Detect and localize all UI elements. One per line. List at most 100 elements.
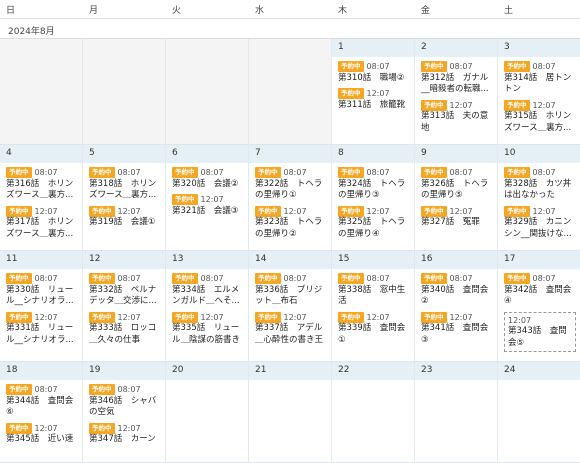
- scheduled-episode[interactable]: 予約中 08:07 第346話 シャバの空気: [89, 384, 161, 419]
- day-cell[interactable]: 17 予約中 08:07 第342話 査問会④ 12:07 第343話 査問会⑤: [498, 251, 580, 361]
- day-cell[interactable]: 4 予約中 08:07 第316話 ホリンズワース＿裏方... 予約中 12:07 第317…: [0, 145, 83, 250]
- episode-title: 第318話 ホリンズワース＿裏方...: [89, 178, 157, 201]
- scheduled-episode[interactable]: 予約中 08:07 第322話 トヘラの里帰り①: [255, 167, 327, 202]
- scheduled-episode[interactable]: 予約中 08:07 第314話 居トントン: [504, 61, 576, 96]
- reserved-badge: 予約中: [172, 311, 198, 323]
- scheduled-episode[interactable]: 予約中 08:07 第344話 査問会⑥: [6, 384, 78, 419]
- day-cell[interactable]: 5 予約中 08:07 第318話 ホリンズワース＿裏方... 予約中 12:07 第319…: [83, 145, 166, 250]
- day-number: 19: [83, 362, 165, 380]
- day-number: 9: [415, 145, 497, 163]
- day-cell[interactable]: 18 予約中 08:07 第344話 査問会⑥ 予約中 12:07 第345話 近い速: [0, 362, 83, 462]
- episode-title: 第333話 ロッコ＿久々の仕事: [89, 323, 157, 345]
- scheduled-episode[interactable]: 予約中 12:07 第317話 ホリンズワース＿裏方...: [6, 205, 78, 241]
- weekday-wed: 水: [255, 6, 265, 16]
- weekday-tue: 火: [172, 6, 182, 16]
- scheduled-episode[interactable]: 予約中 12:07 第345話 近い速: [6, 422, 78, 446]
- scheduled-episode[interactable]: 予約中 08:07 第340話 査問会②: [421, 273, 493, 308]
- day-cell[interactable]: 6 予約中 08:07 第320話 会議② 予約中 12:07 第321話 会議③: [166, 145, 249, 250]
- day-cell[interactable]: 11 予約中 08:07 第330話 リュール__シナリオラ... 予約中 12:07 第3…: [0, 251, 83, 361]
- day-number: 2: [415, 39, 497, 57]
- scheduled-episode[interactable]: 予約中 08:07 第310話 職場②: [338, 61, 410, 84]
- day-cell[interactable]: 23: [415, 362, 498, 462]
- scheduled-episode[interactable]: 予約中 12:07 第325話 トヘラの里帰り④: [338, 205, 410, 241]
- scheduled-episode[interactable]: 予約中 08:07 第330話 リュール__シナリオラ...: [6, 273, 78, 308]
- scheduled-episode[interactable]: 予約中 08:07 第318話 ホリンズワース＿裏方...: [89, 167, 161, 202]
- day-number: 7: [249, 145, 331, 163]
- scheduled-episode[interactable]: 予約中 08:07 第342話 査問会④: [504, 273, 576, 308]
- reserved-badge: 予約中: [504, 99, 530, 111]
- scheduled-episode[interactable]: 予約中 08:07 第334話 エルメンガルド＿へそ...: [172, 273, 244, 308]
- scheduled-episode[interactable]: 12:07 第343話 査問会⑤: [504, 311, 576, 352]
- day-cell[interactable]: 14 予約中 08:07 第336話 プリジット＿布石 予約中 12:07 第337話 アデ…: [249, 251, 332, 361]
- day-number: 5: [83, 145, 165, 163]
- week-row: 1 予約中 08:07 第310話 職場② 予約中 12:07 第311話 旅籠靴 2 予約中 0…: [0, 39, 580, 145]
- day-number: 23: [415, 362, 497, 380]
- scheduled-episode[interactable]: 予約中 08:07 第336話 プリジット＿布石: [255, 273, 327, 308]
- episode-title: 第322話 トヘラの里帰り①: [255, 178, 323, 201]
- scheduled-episode[interactable]: 予約中 12:07 第311話 旅籠靴: [338, 88, 410, 111]
- scheduled-episode[interactable]: 予約中 12:07 第333話 ロッコ＿久々の仕事: [89, 311, 161, 347]
- day-cell[interactable]: 3 予約中 08:07 第314話 居トントン 予約中 12:07 第315話 ホリンズワー…: [498, 39, 580, 144]
- day-number: 18: [0, 362, 82, 380]
- scheduled-episode[interactable]: 予約中 08:07 第328話 カツ丼は出なかった: [504, 167, 576, 202]
- empty-day-cell: [249, 39, 332, 144]
- day-cell[interactable]: 12 予約中 08:07 第332話 ペルナデッタ＿交渉に... 予約中 12:07 第33…: [83, 251, 166, 361]
- scheduled-episode[interactable]: 予約中 12:07 第321話 会議③: [172, 194, 244, 217]
- scheduled-episode[interactable]: 予約中 12:07 第313話 夫の意地: [421, 99, 493, 135]
- episode-title: 第340話 査問会②: [421, 284, 489, 307]
- scheduled-episode[interactable]: 予約中 08:07 第316話 ホリンズワース＿裏方...: [6, 167, 78, 202]
- day-cell[interactable]: 13 予約中 08:07 第334話 エルメンガルド＿へそ... 予約中 12:07 第33…: [166, 251, 249, 361]
- day-cell[interactable]: 24: [498, 362, 580, 462]
- episode-title: 第316話 ホリンズワース＿裏方...: [6, 178, 74, 201]
- empty-day-cell: [0, 39, 83, 144]
- day-cell[interactable]: 21: [249, 362, 332, 462]
- scheduled-episode[interactable]: 予約中 12:07 第327話 冤罪: [421, 205, 493, 229]
- day-cell[interactable]: 19 予約中 08:07 第346話 シャバの空気予約中 12:07 第347話 カーン: [83, 362, 166, 462]
- scheduled-episode[interactable]: 予約中 08:07 第320話 会議②: [172, 167, 244, 190]
- episode-title: 第344話 査問会⑥: [6, 395, 74, 418]
- reserved-badge: 予約中: [6, 384, 32, 396]
- day-cell[interactable]: 2 予約中 08:07 第312話 ガナル__暗殺者の転職... 予約中 12:07 第31…: [415, 39, 498, 144]
- episode-title: 第336話 プリジット＿布石: [255, 284, 323, 307]
- day-cell[interactable]: 20: [166, 362, 249, 462]
- scheduled-episode[interactable]: 予約中 12:07 第315話 ホリンズワース＿裏方...: [504, 99, 576, 135]
- scheduled-episode[interactable]: 予約中 12:07 第337話 アデル＿心酔性の書き王: [255, 311, 327, 347]
- day-number: 13: [166, 251, 248, 269]
- day-cell[interactable]: 1 予約中 08:07 第310話 職場② 予約中 12:07 第311話 旅籠靴: [332, 39, 415, 144]
- scheduled-episode[interactable]: 予約中 08:07 第338話 窓中生活: [338, 273, 410, 308]
- scheduled-episode[interactable]: 予約中 12:07 第329話 カニンシン__関抜けな...: [504, 205, 576, 241]
- scheduled-episode[interactable]: 予約中 12:07 第319話 会議①: [89, 205, 161, 229]
- reserved-badge: 予約中: [338, 88, 364, 100]
- episode-time: 12:07: [366, 312, 390, 322]
- scheduled-episode[interactable]: 予約中 12:07 第323話 トヘラの里帰り②: [255, 205, 327, 241]
- scheduled-episode[interactable]: 予約中 12:07 第331話 リュール__シナリオラ...: [6, 311, 78, 347]
- day-cell[interactable]: 9 予約中 08:07 第326話 トヘラの里帰り⑤ 予約中 12:07 第327話 冤罪: [415, 145, 498, 250]
- scheduled-episode[interactable]: 予約中 08:07 第312話 ガナル__暗殺者の転職...: [421, 61, 493, 96]
- scheduled-episode[interactable]: 予約中 12:07 第347話 カーン: [89, 422, 161, 446]
- reserved-badge: 予約中: [89, 273, 115, 285]
- scheduled-episode[interactable]: 予約中 12:07 第335話 リュール＿陰謀の筋書き: [172, 311, 244, 347]
- episode-time: 08:07: [449, 274, 473, 283]
- empty-day-cell: [166, 39, 249, 144]
- episode-title: 第331話 リュール__シナリオラ...: [6, 323, 74, 345]
- scheduled-episode[interactable]: 予約中 08:07 第324話 トヘラの里帰り③: [338, 167, 410, 202]
- day-number: 10: [498, 145, 580, 163]
- day-cell[interactable]: 7 予約中 08:07 第322話 トヘラの里帰り① 予約中 12:07 第323話 トヘラ…: [249, 145, 332, 250]
- reserved-badge: 予約中: [504, 205, 530, 217]
- day-number: 22: [332, 362, 414, 380]
- scheduled-episode[interactable]: 予約中 12:07 第341話 査問会③: [421, 311, 493, 347]
- day-cell[interactable]: 16 予約中 08:07 第340話 査問会② 予約中 12:07 第341話 査問会③: [415, 251, 498, 361]
- day-cell[interactable]: 10 予約中 08:07 第328話 カツ丼は出なかった 予約中 12:07 第329話 カ…: [498, 145, 580, 250]
- day-cell[interactable]: 22: [332, 362, 415, 462]
- reserved-badge: 予約中: [504, 273, 530, 285]
- day-number: 24: [498, 362, 580, 380]
- scheduled-episode[interactable]: 予約中 08:07 第326話 トヘラの里帰り⑤: [421, 167, 493, 202]
- day-cell[interactable]: 8 予約中 08:07 第324話 トヘラの里帰り③ 予約中 12:07 第325話 トヘラ…: [332, 145, 415, 250]
- day-cell[interactable]: 15 予約中 08:07 第338話 窓中生活 予約中 12:07 第339話 査問会①: [332, 251, 415, 361]
- scheduled-episode[interactable]: 予約中 08:07 第332話 ペルナデッタ＿交渉に...: [89, 273, 161, 308]
- scheduled-episode[interactable]: 予約中 12:07 第339話 査問会①: [338, 311, 410, 347]
- reserved-badge: 予約中: [338, 167, 364, 179]
- episode-time: 12:07: [117, 206, 141, 216]
- episode-time: 12:07: [34, 206, 58, 216]
- episode-time: 12:07: [283, 312, 307, 322]
